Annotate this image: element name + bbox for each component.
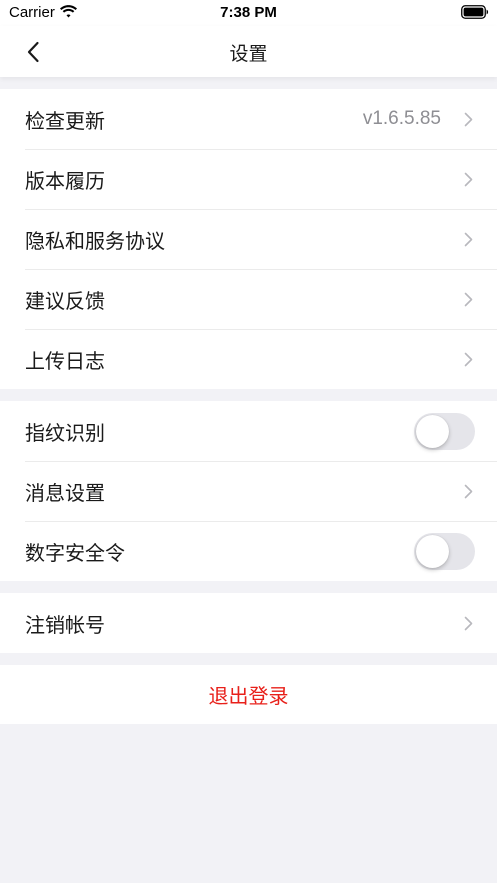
navigation-bar: 设置 xyxy=(0,26,497,77)
page-title: 设置 xyxy=(229,43,268,65)
chevron-right-icon xyxy=(464,232,473,246)
chevron-right-icon xyxy=(464,616,473,630)
row-label: 注销帐号 xyxy=(25,612,105,637)
battery-icon xyxy=(461,5,489,19)
row-label: 隐私和服务协议 xyxy=(25,228,165,253)
version-history-row[interactable]: 版本履历 xyxy=(0,149,497,209)
cancel-account-row[interactable]: 注销帐号 xyxy=(0,593,497,653)
feedback-row[interactable]: 建议反馈 xyxy=(0,269,497,329)
toggle-knob xyxy=(416,414,449,448)
row-label: 上传日志 xyxy=(25,348,105,373)
settings-group-general: 检查更新 v1.6.5.85 版本履历 隐私和服务协议 建议反馈 上传日志 xyxy=(0,89,497,389)
digital-token-row: 数字安全令 xyxy=(0,521,497,581)
privacy-agreement-row[interactable]: 隐私和服务协议 xyxy=(0,209,497,269)
fingerprint-row: 指纹识别 xyxy=(0,401,497,461)
settings-group-account: 注销帐号 xyxy=(0,593,497,653)
row-label: 指纹识别 xyxy=(25,420,105,445)
logout-label: 退出登录 xyxy=(208,684,289,708)
chevron-right-icon xyxy=(464,352,473,366)
digital-token-toggle[interactable] xyxy=(414,532,475,570)
status-bar: Carrier 7:38 PM xyxy=(0,0,497,26)
upload-log-row[interactable]: 上传日志 xyxy=(0,329,497,389)
message-settings-row[interactable]: 消息设置 xyxy=(0,461,497,521)
status-time: 7:38 PM xyxy=(220,4,277,21)
row-label: 版本履历 xyxy=(25,168,105,193)
row-label: 建议反馈 xyxy=(25,288,105,313)
chevron-right-icon xyxy=(464,484,473,498)
chevron-right-icon xyxy=(464,292,473,306)
app-version-value: v1.6.5.85 xyxy=(362,108,441,129)
row-label: 消息设置 xyxy=(25,480,105,505)
toggle-knob xyxy=(416,534,449,568)
fingerprint-toggle[interactable] xyxy=(414,412,475,450)
check-update-row[interactable]: 检查更新 v1.6.5.85 xyxy=(0,89,497,149)
logout-button[interactable]: 退出登录 xyxy=(0,665,497,724)
settings-group-security: 指纹识别 消息设置 数字安全令 xyxy=(0,401,497,581)
row-label: 检查更新 xyxy=(25,108,105,133)
chevron-right-icon xyxy=(464,172,473,186)
chevron-right-icon xyxy=(464,112,473,126)
row-label: 数字安全令 xyxy=(25,540,125,565)
